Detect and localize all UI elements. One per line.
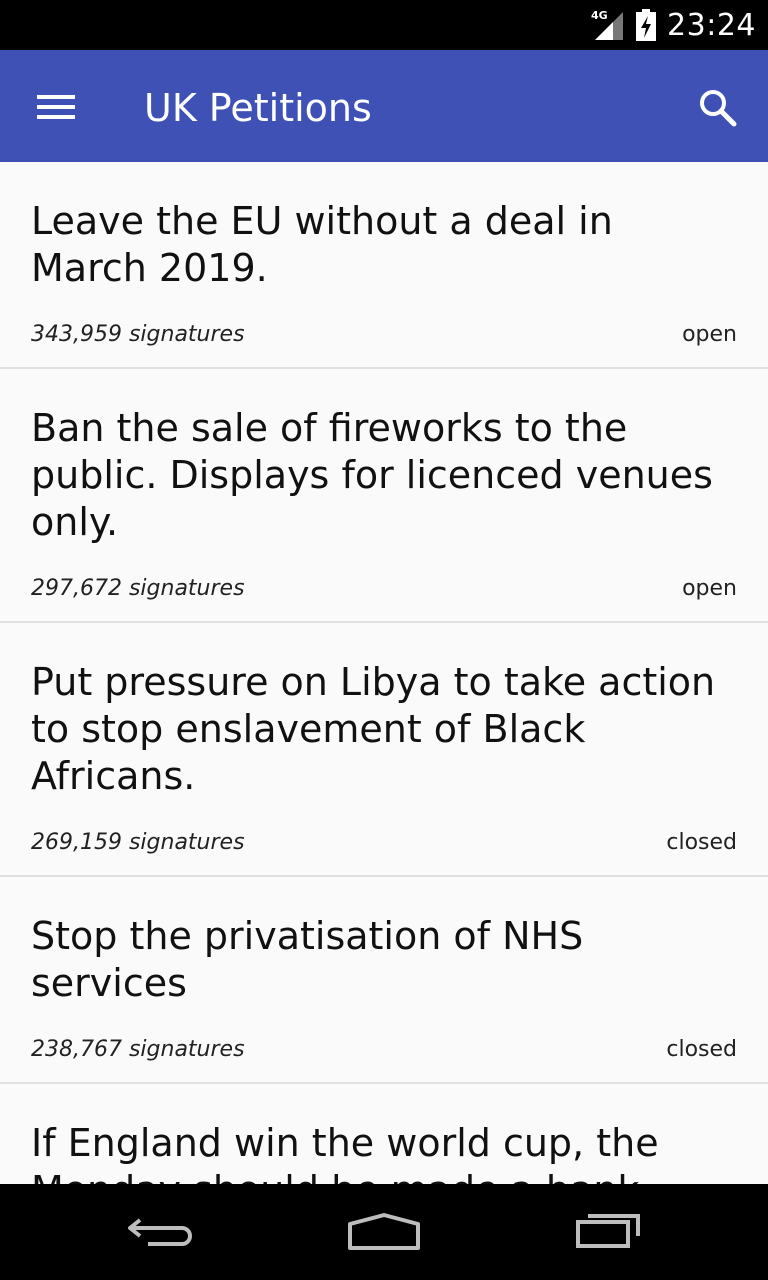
petition-title: Put pressure on Libya to take action to … — [31, 660, 716, 798]
petition-title: Ban the sale of fireworks to the public.… — [31, 406, 713, 544]
network-type-label: 4G — [591, 9, 608, 22]
petition-title: Stop the privatisation of NHS services — [31, 914, 584, 1005]
signal-icon: 4G — [591, 9, 624, 40]
search-icon — [700, 90, 737, 127]
recents-button[interactable] — [564, 1206, 654, 1258]
back-button[interactable] — [114, 1206, 204, 1258]
petition-title: If England win the world cup, the Monday… — [31, 1121, 659, 1184]
signature-count: 297,672 signatures — [31, 575, 245, 601]
menu-button[interactable] — [26, 82, 86, 132]
petition-meta: 238,767 signatures closed — [31, 1029, 737, 1082]
home-button[interactable] — [339, 1206, 429, 1258]
status-bar: 4G 23:24 — [0, 0, 768, 50]
signature-count: 269,159 signatures — [31, 829, 245, 855]
petition-status: open — [682, 321, 737, 347]
recents-icon — [576, 1214, 640, 1248]
petition-item[interactable]: If England win the world cup, the Monday… — [0, 1084, 768, 1184]
petition-title: Leave the EU without a deal in March 201… — [31, 199, 613, 290]
home-icon — [348, 1213, 420, 1250]
petition-item[interactable]: Leave the EU without a deal in March 201… — [0, 162, 768, 369]
petition-status: closed — [666, 829, 737, 855]
petition-meta: 297,672 signatures open — [31, 568, 737, 621]
petition-item[interactable]: Stop the privatisation of NHS services 2… — [0, 877, 768, 1084]
petition-item[interactable]: Ban the sale of fireworks to the public.… — [0, 369, 768, 623]
battery-charging-icon — [636, 9, 657, 41]
navigation-bar — [0, 1184, 768, 1280]
app-bar: UK Petitions — [0, 50, 768, 162]
petition-meta: 269,159 signatures closed — [31, 822, 737, 875]
petition-list: Leave the EU without a deal in March 201… — [0, 162, 768, 1184]
clock: 23:24 — [667, 7, 756, 43]
back-icon — [128, 1218, 192, 1246]
petition-item[interactable]: Put pressure on Libya to take action to … — [0, 623, 768, 877]
signature-count: 238,767 signatures — [31, 1036, 245, 1062]
petition-status: open — [682, 575, 737, 601]
petition-status: closed — [666, 1036, 737, 1062]
search-button[interactable] — [690, 80, 746, 136]
menu-icon — [37, 95, 75, 119]
status-icons: 4G 23:24 — [591, 0, 756, 50]
app-title: UK Petitions — [144, 86, 372, 130]
petition-meta: 343,959 signatures open — [31, 314, 737, 367]
signature-count: 343,959 signatures — [31, 321, 245, 347]
